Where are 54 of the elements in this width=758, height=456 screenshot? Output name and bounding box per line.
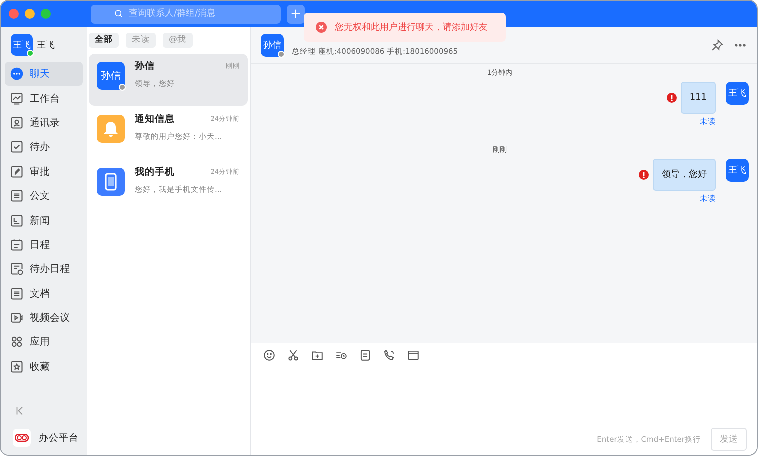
sender-avatar: 王飞 bbox=[726, 159, 749, 182]
user-name: 王飞 bbox=[37, 40, 55, 52]
contact-name: 通知信息 bbox=[135, 113, 175, 126]
search-field[interactable]: 查询联系人/群组/消息 bbox=[91, 4, 281, 24]
contact-card-icon bbox=[10, 116, 24, 130]
pin-icon bbox=[711, 38, 724, 52]
calendar-icon bbox=[10, 238, 24, 252]
toast-message: 您无权和此用户进行聊天，请添加好友 bbox=[335, 22, 488, 34]
sender-avatar: 王飞 bbox=[726, 82, 749, 105]
contact-avatar[interactable]: 孙信 bbox=[261, 34, 284, 56]
calendar-clock-icon bbox=[10, 262, 24, 276]
nav-item[interactable]: 收藏 bbox=[5, 354, 83, 380]
nav-item[interactable]: 审批 bbox=[5, 160, 83, 184]
app-logo[interactable] bbox=[13, 429, 31, 447]
document-icon bbox=[10, 189, 24, 204]
app-name[interactable]: 办公平台 bbox=[39, 432, 79, 444]
nav-item[interactable]: 待办 bbox=[5, 135, 83, 160]
zoom-button[interactable] bbox=[41, 9, 51, 19]
nav-item[interactable]: 视频会议 bbox=[5, 306, 83, 330]
scissors-icon bbox=[287, 349, 300, 362]
filter-tab[interactable]: 全部 bbox=[89, 33, 119, 48]
message-bubble: 111 bbox=[680, 82, 716, 114]
star-box-icon bbox=[10, 360, 24, 374]
chat-bubble-icon bbox=[10, 67, 24, 82]
message-bubble: 领导，您好 bbox=[653, 159, 716, 191]
news-icon bbox=[10, 214, 24, 228]
window-icon bbox=[407, 349, 420, 362]
nav-item[interactable]: 公文 bbox=[5, 184, 83, 208]
contact-name: 我的手机 bbox=[135, 166, 175, 179]
document-icon bbox=[10, 286, 24, 301]
emoji-icon bbox=[263, 349, 276, 362]
nav-item[interactable]: 工作台 bbox=[5, 86, 83, 111]
phone-icon bbox=[383, 349, 396, 362]
contact-name: 孙信 bbox=[135, 60, 155, 73]
minimize-button[interactable] bbox=[25, 9, 35, 19]
note-icon bbox=[359, 349, 372, 362]
pen-icon bbox=[10, 164, 24, 179]
nav-item[interactable]: 文档 bbox=[5, 282, 83, 306]
nav-item[interactable]: 应用 bbox=[5, 330, 83, 355]
avatar: 孙信 bbox=[97, 62, 125, 90]
folder-icon bbox=[311, 349, 324, 362]
checkbox-icon bbox=[10, 140, 24, 154]
bell-icon bbox=[97, 115, 125, 143]
nav-item[interactable]: 通讯录 bbox=[5, 110, 83, 136]
video-camera-icon bbox=[10, 311, 24, 326]
apps-icon bbox=[10, 335, 24, 350]
nav-item[interactable]: 新闻 bbox=[5, 208, 83, 233]
user-avatar[interactable]: 王飞 bbox=[11, 34, 33, 56]
nav-item[interactable]: 待办日程 bbox=[5, 257, 83, 282]
chart-icon bbox=[10, 92, 24, 106]
error-icon bbox=[316, 22, 327, 33]
close-button[interactable] bbox=[9, 9, 19, 19]
phone-icon bbox=[97, 168, 125, 196]
nav-item[interactable]: 日程 bbox=[5, 232, 83, 258]
